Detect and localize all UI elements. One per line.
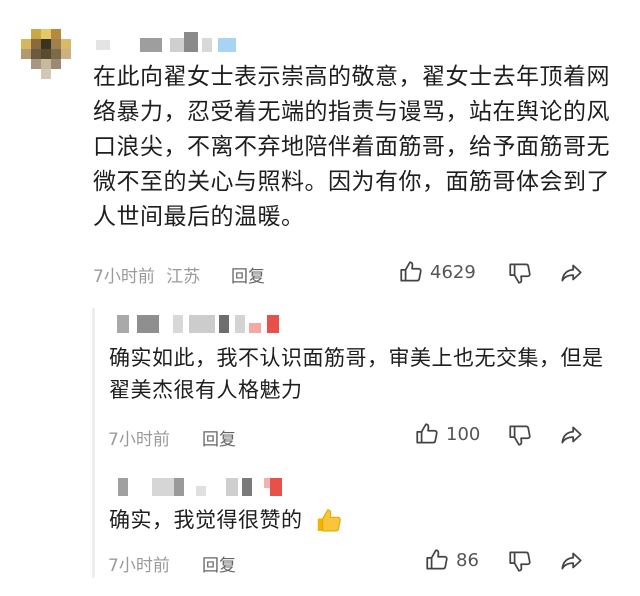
comment-text: 在此向翟女士表示崇高的敬意，翟女士去年顶着网络暴力，忍受着无端的指责与谩骂，站在… [93,64,610,230]
thumbs-down-icon [507,260,533,286]
share-button[interactable] [558,260,584,286]
share-icon [558,422,584,448]
thumbs-down-icon [507,422,533,448]
like-button[interactable]: 86 [424,547,479,573]
like-button[interactable]: 100 [414,421,480,447]
reply-button[interactable]: 回复 [202,425,236,450]
like-button[interactable]: 4629 [398,259,476,285]
thumbs-up-icon [398,259,424,285]
reply-text-content: 确实，我觉得很赞的 [109,508,303,532]
reply-time: 7小时前 [108,430,170,450]
share-button[interactable] [558,548,584,574]
reply-text: 确实，我觉得很赞的 [109,504,624,536]
reply-button[interactable]: 回复 [202,551,236,576]
share-icon [558,548,584,574]
reply-time: 7小时前 [108,556,170,576]
reply-text: 确实如此，我不认识面筋哥，审美上也无交集，但是翟美杰很有人格魅力 [109,346,604,402]
comment-meta: 7小时前 江苏 [93,262,200,287]
thumbs-up-emoji-icon [314,506,344,536]
thumbs-up-icon [424,547,450,573]
thumbs-down-icon [507,548,533,574]
like-count: 100 [446,423,481,445]
dislike-button[interactable] [507,548,533,574]
comment-location: 江苏 [166,267,201,287]
dislike-button[interactable] [507,260,533,286]
reply-thread-bar [92,308,95,578]
comment-time: 7小时前 [93,267,155,287]
like-count: 4629 [430,261,476,283]
avatar[interactable] [21,29,71,79]
like-count: 86 [456,549,479,571]
dislike-button[interactable] [507,422,533,448]
reply-button[interactable]: 回复 [231,262,265,287]
share-button[interactable] [558,422,584,448]
share-icon [558,260,584,286]
thumbs-up-icon [414,421,440,447]
